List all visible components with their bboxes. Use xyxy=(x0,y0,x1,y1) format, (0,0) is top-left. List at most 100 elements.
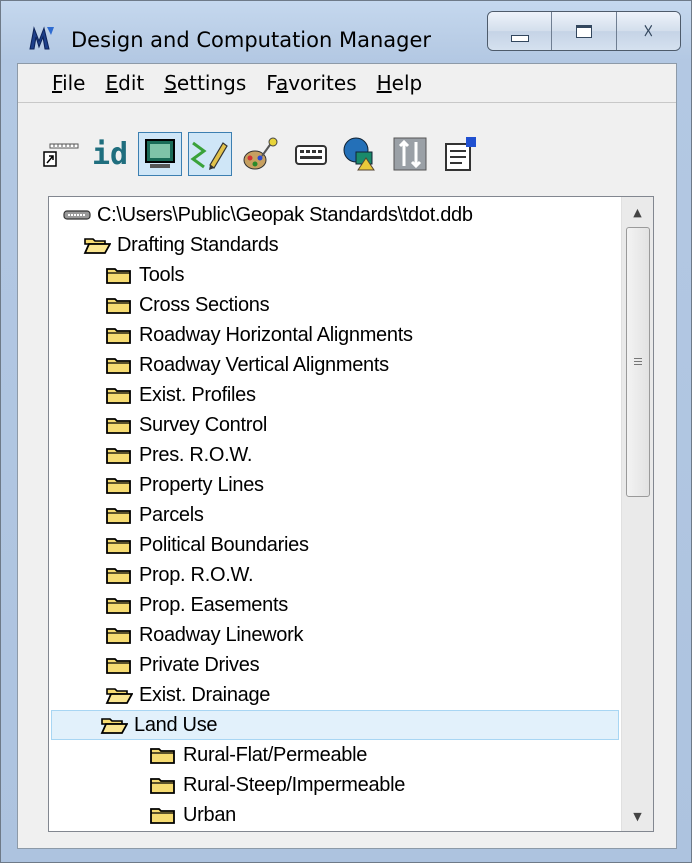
vertical-scrollbar[interactable]: ▲ ▼ xyxy=(621,197,653,831)
tree-node-label: Private Drives xyxy=(139,653,260,676)
standards-tree[interactable]: C:\Users\Public\Geopak Standards\tdot.dd… xyxy=(48,196,654,832)
tree-node-label: Parcels xyxy=(139,503,204,526)
color-palette-icon xyxy=(243,137,278,170)
tree-node[interactable]: Prop. R.O.W. xyxy=(105,560,254,590)
folder-icon xyxy=(106,598,131,614)
shapes-icon xyxy=(343,137,375,171)
tree-node-drafting-standards[interactable]: Drafting Standards xyxy=(83,230,279,260)
scroll-up-arrow-icon: ▲ xyxy=(633,205,642,219)
tree-node-label: Rural-Steep/Impermeable xyxy=(183,773,406,796)
tree-node[interactable]: Property Lines xyxy=(105,470,264,500)
folder-icon xyxy=(106,328,131,344)
display-mode-icon xyxy=(145,139,175,168)
tree-node-label: Drafting Standards xyxy=(117,233,279,256)
tree-node[interactable]: Rural-Steep/Impermeable xyxy=(149,770,405,800)
tree-root-database[interactable]: C:\Users\Public\Geopak Standards\tdot.dd… xyxy=(63,200,473,230)
tree-node-label: Tools xyxy=(139,263,185,286)
tree-node-label: Property Lines xyxy=(139,473,264,496)
folder-icon xyxy=(106,508,131,524)
title-bar[interactable]: Design and Computation Manager ☓ xyxy=(1,1,691,63)
tree-node[interactable]: Cross Sections xyxy=(105,290,270,320)
place-tool-icon xyxy=(43,143,79,167)
tree-node[interactable]: Survey Control xyxy=(105,410,267,440)
folder-icon xyxy=(106,418,131,434)
tree-node[interactable]: Pres. R.O.W. xyxy=(105,440,252,470)
scroll-down-button[interactable]: ▼ xyxy=(622,801,653,831)
scroll-up-button[interactable]: ▲ xyxy=(622,197,653,227)
tree-node[interactable]: Prop. Easements xyxy=(105,590,288,620)
tree-node[interactable]: Political Boundaries xyxy=(105,530,309,560)
tree-node-label: Prop. R.O.W. xyxy=(139,563,254,586)
draw-mode-icon xyxy=(190,141,228,170)
menu-settings[interactable]: Settings xyxy=(164,69,246,97)
database-icon xyxy=(63,210,91,220)
keyin-button[interactable] xyxy=(288,132,332,176)
folder-icon xyxy=(150,748,175,764)
tree-node-label: Roadway Vertical Alignments xyxy=(139,353,389,376)
folder-icon xyxy=(106,538,131,554)
tree-node-exist-drainage[interactable]: Exist. Drainage xyxy=(105,680,270,710)
app-icon xyxy=(29,26,54,50)
shapes-button[interactable] xyxy=(338,132,382,176)
grip-icon xyxy=(634,357,642,367)
tree-node[interactable]: Roadway Vertical Alignments xyxy=(105,350,389,380)
display-mode-button[interactable] xyxy=(138,132,182,176)
properties-icon xyxy=(445,137,476,171)
draw-mode-button[interactable] xyxy=(188,132,232,176)
tree-node-label: Rural-Flat/Permeable xyxy=(183,743,368,766)
tree-node[interactable]: Exist. Profiles xyxy=(105,380,256,410)
menu-file[interactable]: File xyxy=(52,69,85,97)
caption-buttons: ☓ xyxy=(487,11,681,51)
menu-edit[interactable]: Edit xyxy=(105,69,144,97)
tree-node[interactable]: Roadway Horizontal Alignments xyxy=(105,320,413,350)
tree-node-label: Exist. Profiles xyxy=(139,383,256,406)
folder-icon xyxy=(150,778,175,794)
folder-icon xyxy=(106,358,131,374)
tree-node[interactable]: Urban xyxy=(149,800,236,830)
adjust-icon xyxy=(393,137,427,171)
open-folder-icon xyxy=(83,238,111,254)
menu-favorites[interactable]: Favorites xyxy=(266,69,356,97)
properties-button[interactable] xyxy=(438,132,482,176)
menu-separator xyxy=(18,102,676,103)
tree-node[interactable]: Private Drives xyxy=(105,650,260,680)
folder-icon xyxy=(106,268,131,284)
tree-node[interactable]: Roadway Linework xyxy=(105,620,303,650)
tree-node[interactable]: Tools xyxy=(105,260,185,290)
folder-icon xyxy=(150,808,175,824)
folder-icon xyxy=(106,298,131,314)
tree-node-label: Survey Control xyxy=(139,413,268,436)
tree-node-label: Exist. Drainage xyxy=(139,683,271,706)
open-folder-icon xyxy=(100,718,128,734)
folder-icon xyxy=(106,628,131,644)
menu-bar: File Edit Settings Favorites Help xyxy=(18,64,676,102)
dcm-window: Design and Computation Manager ☓ File Ed… xyxy=(0,0,692,863)
tree-node-label: C:\Users\Public\Geopak Standards\tdot.dd… xyxy=(97,203,473,226)
open-folder-icon xyxy=(105,688,133,704)
tree-node-land-use[interactable]: Land Use xyxy=(51,710,619,740)
maximize-button[interactable] xyxy=(552,12,617,50)
minimize-icon xyxy=(510,34,529,42)
tree-node-label: Land Use xyxy=(134,713,218,736)
place-tool-button[interactable] xyxy=(38,132,82,176)
minimize-button[interactable] xyxy=(488,12,553,50)
tree-node-label: Political Boundaries xyxy=(139,533,309,556)
adjust-button[interactable] xyxy=(388,132,432,176)
folder-icon xyxy=(106,448,131,464)
toolbar: id xyxy=(18,104,676,186)
folder-icon xyxy=(106,658,131,674)
tree-node[interactable]: Parcels xyxy=(105,500,204,530)
menu-help[interactable]: Help xyxy=(377,69,423,97)
client-area: File Edit Settings Favorites Help id C:\… xyxy=(17,63,677,849)
color-palette-button[interactable] xyxy=(238,132,282,176)
maximize-icon xyxy=(575,24,592,38)
window-title: Design and Computation Manager xyxy=(71,28,432,52)
identify-button[interactable]: id xyxy=(88,132,132,176)
scroll-down-arrow-icon: ▼ xyxy=(633,809,642,823)
identify-icon: id xyxy=(91,136,129,172)
tree-node[interactable]: Rural-Flat/Permeable xyxy=(149,740,367,770)
close-button[interactable]: ☓ xyxy=(616,12,680,50)
tree-node-label: Roadway Linework xyxy=(139,623,304,646)
scroll-thumb[interactable] xyxy=(626,227,650,497)
tree-node-label: Cross Sections xyxy=(139,293,270,316)
